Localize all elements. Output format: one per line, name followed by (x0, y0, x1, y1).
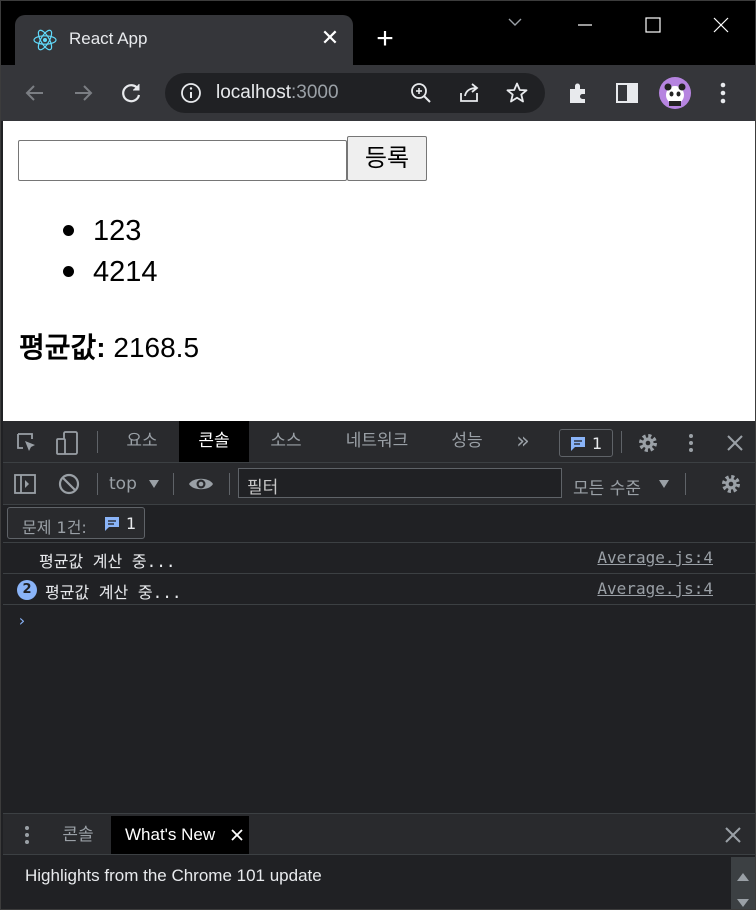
drawer-tab-console[interactable]: 콘솔 (49, 816, 107, 854)
more-tabs-button[interactable]: » (503, 421, 543, 462)
close-icon[interactable] (231, 829, 243, 841)
drawer-tabbar: 콘솔 What's New (3, 813, 755, 855)
chevron-down-icon (149, 480, 159, 488)
tab-elements[interactable]: 요소 (111, 421, 173, 462)
close-icon[interactable] (723, 431, 747, 455)
filter-input[interactable]: 필터 (238, 468, 562, 498)
panda-avatar-icon (664, 83, 686, 106)
separator (229, 473, 230, 495)
device-icon[interactable] (55, 430, 79, 456)
drawer-menu-icon[interactable] (17, 823, 37, 847)
context-selector[interactable]: top (109, 472, 161, 496)
issues-counter-button[interactable]: 1 (559, 429, 613, 457)
list-item-text: 123 (93, 215, 142, 247)
average-label: 평균값: (19, 332, 106, 363)
address-bar[interactable]: localhost:3000 (165, 73, 545, 113)
drawer-tab-whats-new[interactable]: What's New (111, 816, 249, 854)
levels-label: 모든 수준 (573, 479, 641, 499)
log-levels-dropdown[interactable]: 모든 수준 (573, 472, 673, 499)
console-message-text: 평균값 계산 중... (39, 552, 176, 571)
bullet (63, 266, 74, 277)
separator (685, 473, 686, 495)
issues-count: 1 (592, 434, 603, 453)
separator (621, 431, 622, 453)
separator (97, 431, 98, 453)
browser-window: React App ✕ + localhost:3000 등록 123 4214… (0, 0, 756, 910)
tab-strip: React App ✕ + (1, 1, 755, 65)
sidebar-toggle-icon[interactable] (13, 472, 37, 496)
scrollbar[interactable] (731, 857, 755, 909)
url-host: localhost (216, 82, 291, 103)
devtools-tabbar: 요소 콘솔 소스 네트워크 성능 » 1 (3, 421, 755, 463)
average-display: 평균값: 2168.5 (19, 326, 199, 366)
minimize-icon[interactable] (565, 9, 605, 41)
register-button[interactable]: 등록 (347, 136, 427, 181)
source-link[interactable]: Average.js:4 (597, 548, 713, 567)
separator (173, 473, 174, 495)
message-icon (105, 517, 119, 531)
maximize-icon[interactable] (633, 9, 673, 41)
tab-search-icon[interactable] (495, 9, 535, 41)
console-message: 2 평균값 계산 중... Average.js:4 (3, 574, 755, 605)
repeat-count-badge: 2 (17, 580, 37, 600)
close-icon[interactable] (721, 823, 745, 847)
drawer-tab-label: What's New (125, 825, 216, 844)
separator (97, 473, 98, 495)
number-input[interactable] (18, 140, 347, 181)
star-icon[interactable] (505, 81, 529, 105)
block-icon[interactable] (57, 472, 81, 496)
share-icon[interactable] (457, 81, 481, 105)
react-icon (33, 29, 57, 51)
bullet (63, 225, 74, 236)
inspect-icon[interactable] (15, 431, 39, 455)
window-close-icon[interactable] (701, 9, 741, 41)
list-item-text: 4214 (93, 256, 158, 288)
average-value: 2168.5 (113, 332, 200, 363)
tab-sources[interactable]: 소스 (255, 421, 317, 462)
console-message-text: 평균값 계산 중... (45, 583, 182, 602)
console-output: 평균값 계산 중... Average.js:4 2 평균값 계산 중... A… (3, 543, 755, 813)
zoom-icon[interactable] (409, 81, 433, 105)
reload-icon[interactable] (117, 79, 145, 107)
issues-chip[interactable]: 문제 1건: 1 (7, 507, 145, 539)
chevron-down-icon (659, 480, 669, 488)
source-link[interactable]: Average.js:4 (597, 579, 713, 598)
whats-new-headline[interactable]: Highlights from the Chrome 101 update (25, 866, 322, 886)
tab-performance[interactable]: 성능 (437, 421, 497, 462)
tab-console[interactable]: 콘솔 (179, 421, 249, 462)
gear-icon[interactable] (719, 472, 743, 496)
info-icon[interactable] (179, 81, 203, 105)
url-port: :3000 (291, 82, 339, 103)
scroll-down-icon[interactable] (737, 899, 749, 907)
sidepanel-icon[interactable] (613, 79, 641, 107)
scroll-up-icon[interactable] (737, 873, 749, 881)
issues-label: 문제 1건: (22, 518, 87, 537)
whats-new-panel: Highlights from the Chrome 101 update (3, 855, 755, 909)
console-toolbar: top 필터 모든 수준 (3, 463, 755, 505)
new-tab-button[interactable]: + (371, 24, 399, 54)
profile-avatar[interactable] (659, 77, 691, 109)
menu-icon[interactable] (709, 79, 737, 107)
browser-toolbar: localhost:3000 (1, 65, 755, 121)
issues-chip-count: 1 (126, 514, 137, 533)
eye-icon[interactable] (187, 472, 215, 496)
console-message: 평균값 계산 중... Average.js:4 (3, 543, 755, 574)
context-label: top (109, 474, 137, 494)
filter-placeholder: 필터 (247, 478, 279, 498)
browser-tab[interactable]: React App ✕ (15, 15, 353, 65)
message-icon (571, 437, 585, 451)
issues-bar: 문제 1건: 1 (3, 505, 755, 543)
gear-icon[interactable] (636, 431, 660, 455)
tab-title: React App (69, 29, 148, 48)
console-prompt[interactable]: › (17, 611, 27, 630)
menu-icon[interactable] (679, 431, 703, 455)
back-icon[interactable] (21, 79, 49, 107)
extensions-icon[interactable] (565, 79, 593, 107)
forward-icon[interactable] (69, 79, 97, 107)
tab-close-button[interactable]: ✕ (317, 26, 343, 52)
url-text: localhost:3000 (216, 82, 339, 104)
page-content: 등록 123 4214 평균값: 2168.5 (3, 121, 755, 421)
tab-network[interactable]: 네트워크 (329, 421, 425, 462)
